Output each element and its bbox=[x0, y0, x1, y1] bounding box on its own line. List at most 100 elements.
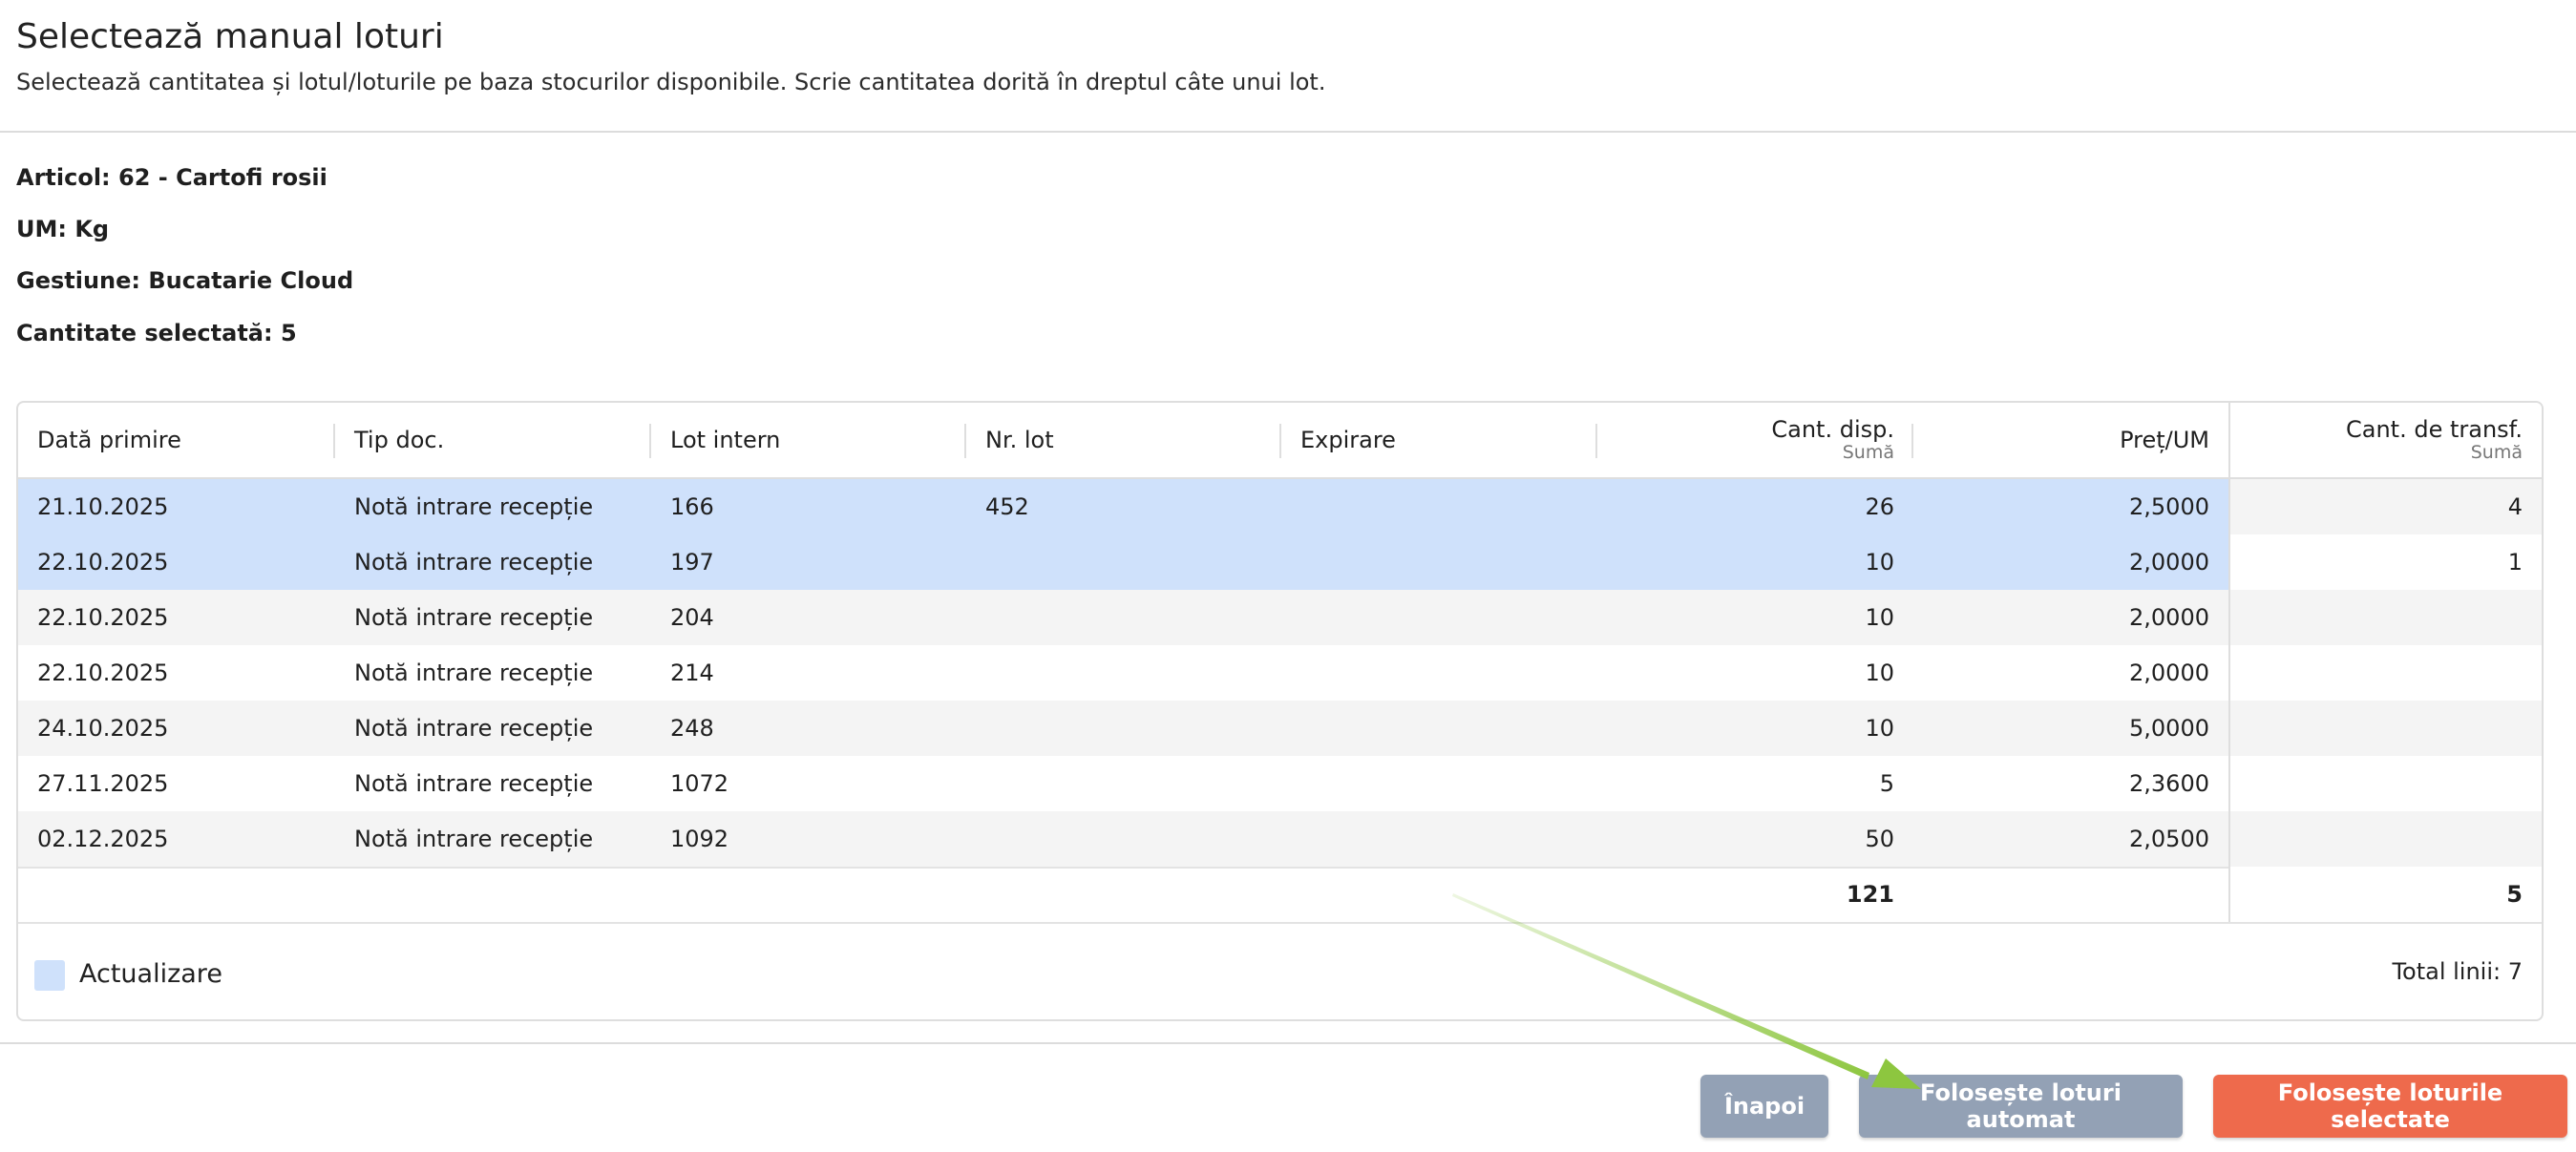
cell-internal-lot: 197 bbox=[670, 549, 714, 576]
legend-label: Actualizare bbox=[79, 959, 222, 989]
transfer-quantity-input[interactable]: 4 bbox=[2228, 479, 2542, 534]
total-available: 121 bbox=[1846, 881, 1894, 908]
cell-expiry bbox=[1281, 811, 1597, 867]
table-row[interactable]: 21.10.2025 Notă intrare recepție 166 452 26 2… bbox=[18, 479, 2542, 536]
lots-table-panel: Dată primire Tip doc. Lot intern Nr. lot… bbox=[16, 401, 2544, 1021]
cell-price: 2,3600 bbox=[2129, 770, 2209, 797]
transfer-quantity-input[interactable] bbox=[2228, 756, 2542, 811]
use-auto-lots-button[interactable]: Folosește loturi automat bbox=[1859, 1075, 2183, 1138]
table-row[interactable]: 22.10.2025 Notă intrare recepție 214 10 2,00… bbox=[18, 645, 2542, 702]
cell-available: 10 bbox=[1865, 549, 1894, 576]
cell-doc-type: Notă intrare recepție bbox=[354, 770, 594, 797]
cell-lot-number bbox=[966, 534, 1281, 590]
cell-available: 50 bbox=[1865, 826, 1894, 852]
cell-lot-number bbox=[966, 645, 1281, 701]
table-row[interactable]: 24.10.2025 Notă intrare recepție 248 10 5,00… bbox=[18, 701, 2542, 758]
table-row[interactable]: 22.10.2025 Notă intrare recepție 197 10 2,00… bbox=[18, 534, 2542, 592]
cell-internal-lot: 204 bbox=[670, 604, 714, 631]
cell-doc-type: Notă intrare recepție bbox=[354, 549, 594, 576]
management-info: Gestiune: Bucatarie Cloud bbox=[16, 267, 354, 294]
cell-doc-type: Notă intrare recepție bbox=[354, 660, 594, 686]
cell-date: 22.10.2025 bbox=[37, 549, 169, 576]
table-row[interactable]: 27.11.2025 Notă intrare recepție 1072 5 2,36… bbox=[18, 756, 2542, 813]
cell-available: 26 bbox=[1865, 493, 1894, 520]
cell-lot-number bbox=[966, 701, 1281, 756]
cell-price: 2,5000 bbox=[2129, 493, 2209, 520]
transfer-quantity-input[interactable] bbox=[2228, 811, 2542, 867]
cell-internal-lot: 166 bbox=[670, 493, 714, 520]
column-header-expiry[interactable]: Expirare bbox=[1281, 403, 1597, 477]
unit-info: UM: Kg bbox=[16, 216, 110, 242]
transfer-quantity-input[interactable]: 1 bbox=[2228, 534, 2542, 590]
cell-date: 27.11.2025 bbox=[37, 770, 169, 797]
cell-expiry bbox=[1281, 756, 1597, 811]
cell-expiry bbox=[1281, 479, 1597, 534]
column-header-doc-type[interactable]: Tip doc. bbox=[335, 403, 651, 477]
cell-expiry bbox=[1281, 590, 1597, 645]
cell-internal-lot: 1072 bbox=[670, 770, 729, 797]
column-header-doc-type-label: Tip doc. bbox=[354, 427, 445, 453]
cell-available: 10 bbox=[1865, 604, 1894, 631]
cell-lot-number bbox=[966, 811, 1281, 867]
cell-available: 10 bbox=[1865, 715, 1894, 742]
cell-price: 2,0000 bbox=[2129, 604, 2209, 631]
page-subtitle: Selectează cantitatea și lotul/loturile … bbox=[16, 69, 1326, 95]
cell-expiry bbox=[1281, 701, 1597, 756]
legend-swatch bbox=[34, 960, 65, 991]
cell-date: 22.10.2025 bbox=[37, 604, 169, 631]
article-info: Articol: 62 - Cartofi rosii bbox=[16, 164, 327, 191]
column-header-lot-number-label: Nr. lot bbox=[985, 427, 1054, 453]
cell-price: 2,0500 bbox=[2129, 826, 2209, 852]
column-header-transfer[interactable]: Cant. de transf. Sumă bbox=[2228, 403, 2542, 477]
page-title: Selectează manual loturi bbox=[16, 17, 444, 56]
cell-date: 22.10.2025 bbox=[37, 660, 169, 686]
cell-lot-number bbox=[966, 756, 1281, 811]
column-header-date-label: Dată primire bbox=[37, 427, 181, 453]
transfer-quantity-input[interactable] bbox=[2228, 645, 2542, 701]
column-header-internal-lot[interactable]: Lot intern bbox=[651, 403, 966, 477]
column-header-date[interactable]: Dată primire bbox=[18, 403, 335, 477]
cell-internal-lot: 248 bbox=[670, 715, 714, 742]
transfer-quantity-input[interactable] bbox=[2228, 590, 2542, 645]
cell-doc-type: Notă intrare recepție bbox=[354, 715, 594, 742]
table-header-row: Dată primire Tip doc. Lot intern Nr. lot… bbox=[18, 403, 2542, 479]
column-header-internal-lot-label: Lot intern bbox=[670, 427, 781, 453]
total-lines: Total linii: 7 bbox=[2392, 958, 2523, 985]
column-header-expiry-label: Expirare bbox=[1300, 427, 1396, 453]
cell-price: 5,0000 bbox=[2129, 715, 2209, 742]
cell-date: 02.12.2025 bbox=[37, 826, 169, 852]
cell-date: 21.10.2025 bbox=[37, 493, 169, 520]
cell-price: 2,0000 bbox=[2129, 549, 2209, 576]
column-header-available-sum: Sumă bbox=[1842, 441, 1894, 463]
back-button[interactable]: Înapoi bbox=[1700, 1075, 1828, 1138]
transfer-quantity-input[interactable] bbox=[2228, 701, 2542, 756]
column-header-available-label: Cant. disp. bbox=[1771, 416, 1894, 444]
cell-internal-lot: 1092 bbox=[670, 826, 729, 852]
column-header-lot-number[interactable]: Nr. lot bbox=[966, 403, 1281, 477]
cell-doc-type: Notă intrare recepție bbox=[354, 493, 594, 520]
cell-doc-type: Notă intrare recepție bbox=[354, 826, 594, 852]
column-header-available[interactable]: Cant. disp. Sumă bbox=[1597, 403, 1913, 477]
cell-internal-lot: 214 bbox=[670, 660, 714, 686]
column-header-transfer-label: Cant. de transf. bbox=[2345, 416, 2523, 444]
table-row[interactable]: 02.12.2025 Notă intrare recepție 1092 50 2,0… bbox=[18, 811, 2542, 869]
cell-date: 24.10.2025 bbox=[37, 715, 169, 742]
cell-lot-number: 452 bbox=[985, 493, 1029, 520]
column-header-price-label: Preț/UM bbox=[2120, 427, 2209, 453]
use-selected-lots-button[interactable]: Folosește loturile selectate bbox=[2213, 1075, 2567, 1138]
table-row[interactable]: 22.10.2025 Notă intrare recepție 204 10 2,00… bbox=[18, 590, 2542, 647]
cell-price: 2,0000 bbox=[2129, 660, 2209, 686]
column-header-price[interactable]: Preț/UM bbox=[1913, 403, 2228, 477]
cell-doc-type: Notă intrare recepție bbox=[354, 604, 594, 631]
dialog-header: Selectează manual loturi Selectează cant… bbox=[0, 0, 2576, 133]
cell-available: 5 bbox=[1879, 770, 1894, 797]
column-header-transfer-sum: Sumă bbox=[2470, 441, 2523, 463]
footer-divider bbox=[0, 1042, 2576, 1044]
cell-available: 10 bbox=[1865, 660, 1894, 686]
total-transfer: 5 bbox=[2228, 867, 2542, 922]
cell-expiry bbox=[1281, 534, 1597, 590]
selected-quantity-info: Cantitate selectată: 5 bbox=[16, 320, 297, 346]
cell-lot-number bbox=[966, 590, 1281, 645]
table-totals-row: 121 5 bbox=[18, 867, 2542, 924]
cell-expiry bbox=[1281, 645, 1597, 701]
